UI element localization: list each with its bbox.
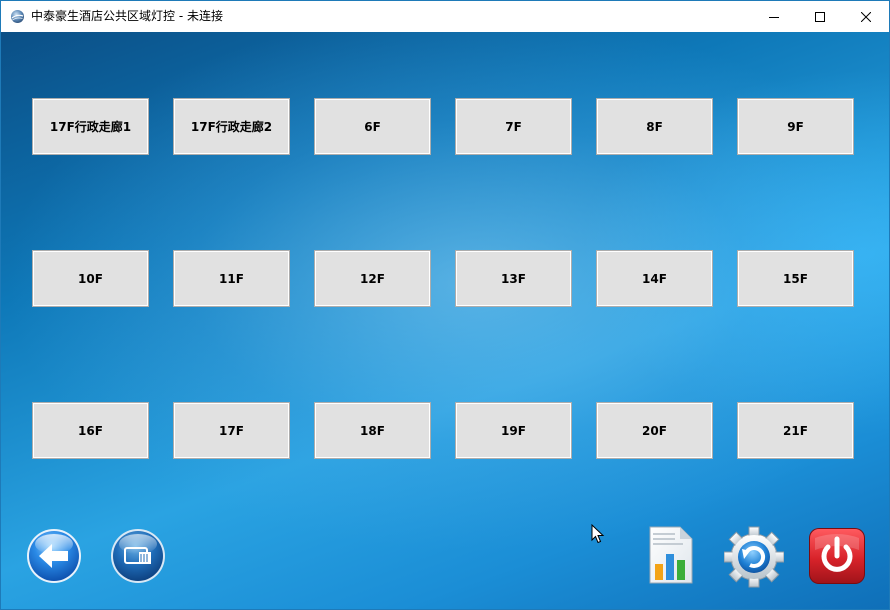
floor-button-19f[interactable]: 19F — [455, 402, 572, 459]
floor-button-14f[interactable]: 14F — [596, 250, 713, 307]
floor-button-20f[interactable]: 20F — [596, 402, 713, 459]
floor-button-16f[interactable]: 16F — [32, 402, 149, 459]
main-panel: 17F行政走廊1 17F行政走廊2 6F 7F 8F 9F 10F 11F 12… — [1, 32, 889, 609]
close-button[interactable] — [843, 1, 889, 32]
mouse-cursor-icon — [591, 524, 605, 544]
floor-button-12f[interactable]: 12F — [314, 250, 431, 307]
window-title: 中泰豪生酒店公共区域灯控 - 未连接 — [31, 9, 223, 23]
power-icon — [809, 528, 865, 584]
floor-button-17f[interactable]: 17F — [173, 402, 290, 459]
back-arrow-icon — [27, 529, 81, 583]
app-window: 中泰豪生酒店公共区域灯控 - 未连接 17F行政走廊1 17F行政走廊2 6F … — [0, 0, 890, 610]
maximize-icon — [815, 11, 825, 22]
close-icon — [861, 11, 871, 22]
report-button[interactable] — [642, 524, 702, 588]
connection-icon — [111, 529, 165, 583]
connection-button[interactable] — [110, 528, 166, 584]
power-button[interactable] — [807, 526, 867, 590]
floor-button-11f[interactable]: 11F — [173, 250, 290, 307]
floor-button-13f[interactable]: 13F — [455, 250, 572, 307]
maximize-button[interactable] — [797, 1, 843, 32]
minimize-icon — [769, 16, 779, 18]
floor-button-17f-executive-corridor-2[interactable]: 17F行政走廊2 — [173, 98, 290, 155]
report-chart-icon — [649, 526, 693, 584]
app-logo-icon — [11, 10, 24, 23]
floor-button-10f[interactable]: 10F — [32, 250, 149, 307]
settings-gear-icon — [723, 526, 785, 588]
floor-button-15f[interactable]: 15F — [737, 250, 854, 307]
floor-button-6f[interactable]: 6F — [314, 98, 431, 155]
floor-button-8f[interactable]: 8F — [596, 98, 713, 155]
minimize-button[interactable] — [751, 1, 797, 32]
floor-button-17f-executive-corridor-1[interactable]: 17F行政走廊1 — [32, 98, 149, 155]
settings-button[interactable] — [723, 524, 785, 588]
floor-button-9f[interactable]: 9F — [737, 98, 854, 155]
title-bar[interactable]: 中泰豪生酒店公共区域灯控 - 未连接 — [1, 1, 889, 32]
floor-button-18f[interactable]: 18F — [314, 402, 431, 459]
back-button[interactable] — [26, 528, 82, 584]
floor-button-21f[interactable]: 21F — [737, 402, 854, 459]
floor-button-7f[interactable]: 7F — [455, 98, 572, 155]
